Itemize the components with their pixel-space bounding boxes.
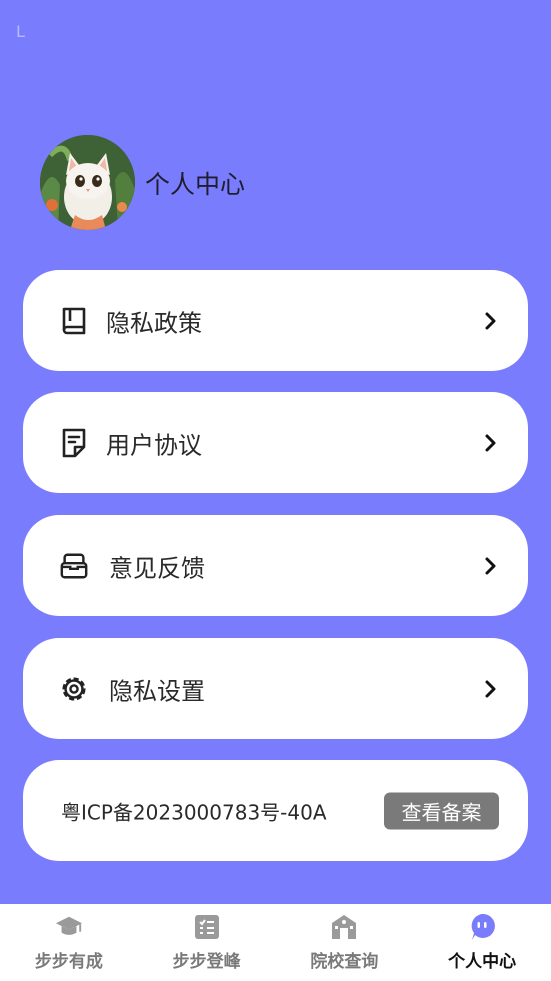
document-icon — [59, 427, 89, 459]
bottom-tab-bar: 步步有成 步步登峰 院校查询 个人中心 — [0, 904, 551, 981]
chevron-right-icon — [480, 679, 500, 699]
tab-school-search[interactable]: 院校查询 — [276, 904, 414, 981]
tab-label: 院校查询 — [310, 952, 379, 972]
tab-step-success[interactable]: 步步有成 — [0, 904, 138, 981]
chevron-right-icon — [480, 433, 500, 453]
menu-item-privacy-settings[interactable]: 隐私设置 — [23, 638, 528, 739]
inbox-icon — [59, 550, 89, 582]
menu-item-label: 意见反馈 — [109, 554, 205, 582]
school-building-icon — [330, 913, 358, 941]
menu-item-label: 隐私政策 — [106, 309, 202, 337]
chevron-right-icon — [480, 311, 500, 331]
checklist-icon — [193, 913, 221, 941]
chevron-right-icon — [480, 556, 500, 576]
menu-item-privacy-policy[interactable]: 隐私政策 — [23, 270, 528, 371]
profile-header: 个人中心 — [40, 135, 245, 230]
menu-item-user-agreement[interactable]: 用户协议 — [23, 392, 528, 493]
menu-item-label: 用户协议 — [106, 431, 202, 459]
book-icon — [59, 305, 89, 337]
avatar[interactable] — [40, 135, 135, 230]
menu-item-label: 隐私设置 — [109, 677, 205, 705]
icp-record-text: 粤ICP备2023000783号-40A — [61, 800, 327, 824]
view-record-button[interactable]: 查看备案 — [384, 792, 499, 829]
menu-item-feedback[interactable]: 意见反馈 — [23, 515, 528, 616]
gear-icon — [59, 673, 89, 705]
icp-card: 粤ICP备2023000783号-40A 查看备案 — [23, 760, 528, 861]
status-indicator: L — [16, 22, 25, 41]
cat-avatar-icon — [40, 135, 135, 230]
tab-personal-center[interactable]: 个人中心 — [413, 904, 551, 981]
tab-label: 步步登峰 — [172, 952, 241, 972]
tab-label: 个人中心 — [448, 952, 517, 972]
graduation-cap-icon — [55, 913, 83, 941]
chat-bot-icon — [468, 913, 496, 941]
tab-label: 步步有成 — [34, 952, 103, 972]
tab-step-peak[interactable]: 步步登峰 — [138, 904, 276, 981]
page-title: 个人中心 — [145, 169, 246, 199]
